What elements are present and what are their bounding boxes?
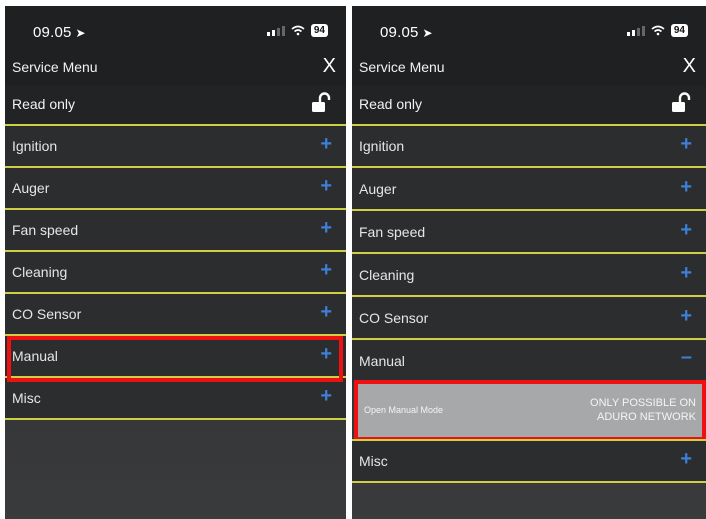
plus-icon[interactable]: + bbox=[680, 305, 692, 328]
plus-icon[interactable]: + bbox=[320, 217, 332, 240]
highlight-box-open-manual-mode bbox=[354, 380, 706, 441]
wifi-icon bbox=[291, 25, 305, 36]
read-only-row[interactable]: Read only bbox=[352, 86, 706, 126]
menu-item-fan-speed[interactable]: Fan speed + bbox=[352, 212, 706, 254]
close-icon[interactable]: X bbox=[323, 55, 336, 78]
page-title: Service Menu bbox=[12, 59, 98, 75]
status-time: 09.05 ➤ bbox=[380, 24, 433, 41]
menu-item-cleaning[interactable]: Cleaning + bbox=[352, 255, 706, 297]
read-only-label: Read only bbox=[12, 96, 76, 112]
menu-item-fan-speed[interactable]: Fan speed + bbox=[5, 210, 346, 252]
menu-item-co-sensor[interactable]: CO Sensor + bbox=[5, 294, 346, 336]
battery-icon: 94 bbox=[310, 24, 328, 37]
status-bar: 09.05 ➤ 94 bbox=[5, 6, 346, 50]
battery-icon: 94 bbox=[670, 24, 688, 37]
unlocked-padlock-icon[interactable] bbox=[310, 91, 332, 118]
phone-screen-right: 09.05 ➤ 94 Service Menu X Read only Ignit… bbox=[352, 6, 706, 519]
service-menu-header: Service Menu X bbox=[5, 50, 346, 86]
read-only-label: Read only bbox=[359, 96, 423, 112]
menu-item-label: Cleaning bbox=[12, 264, 68, 280]
menu-item-label: Auger bbox=[12, 180, 50, 196]
wifi-icon bbox=[651, 25, 665, 36]
menu-item-label: Misc bbox=[12, 390, 41, 406]
plus-icon[interactable]: + bbox=[680, 219, 692, 242]
menu-item-manual[interactable]: Manual – bbox=[352, 341, 706, 381]
status-icons: 94 bbox=[266, 24, 328, 37]
menu-item-label: CO Sensor bbox=[359, 310, 429, 326]
plus-icon[interactable]: + bbox=[680, 176, 692, 199]
phone-screen-left: 09.05 ➤ 94 Service Menu X Read only Ignit… bbox=[5, 6, 346, 519]
menu-item-auger[interactable]: Auger + bbox=[5, 168, 346, 210]
minus-icon[interactable]: – bbox=[681, 346, 692, 369]
status-icons: 94 bbox=[626, 24, 688, 37]
read-only-row[interactable]: Read only bbox=[5, 86, 346, 126]
menu-item-label: Cleaning bbox=[359, 267, 415, 283]
plus-icon[interactable]: + bbox=[320, 385, 332, 408]
menu-item-label: CO Sensor bbox=[12, 306, 82, 322]
plus-icon[interactable]: + bbox=[320, 133, 332, 156]
menu-item-auger[interactable]: Auger + bbox=[352, 169, 706, 211]
signal-icon bbox=[626, 25, 645, 36]
menu-item-label: Ignition bbox=[359, 138, 405, 154]
menu-item-label: Ignition bbox=[12, 138, 58, 154]
status-bar: 09.05 ➤ 94 bbox=[352, 6, 706, 50]
unlocked-padlock-icon[interactable] bbox=[670, 91, 692, 118]
location-arrow-icon: ➤ bbox=[75, 26, 86, 40]
menu-item-co-sensor[interactable]: CO Sensor + bbox=[352, 298, 706, 340]
plus-icon[interactable]: + bbox=[320, 259, 332, 282]
status-time: 09.05 ➤ bbox=[33, 24, 86, 41]
plus-icon[interactable]: + bbox=[680, 448, 692, 471]
menu-item-ignition[interactable]: Ignition + bbox=[5, 126, 346, 168]
menu-item-cleaning[interactable]: Cleaning + bbox=[5, 252, 346, 294]
menu-item-label: Auger bbox=[359, 181, 397, 197]
location-arrow-icon: ➤ bbox=[422, 26, 433, 40]
plus-icon[interactable]: + bbox=[320, 301, 332, 324]
menu-item-ignition[interactable]: Ignition + bbox=[352, 126, 706, 168]
page-title: Service Menu bbox=[359, 59, 445, 75]
menu-item-misc[interactable]: Misc + bbox=[352, 439, 706, 483]
signal-icon bbox=[266, 25, 285, 36]
menu-item-misc[interactable]: Misc + bbox=[5, 378, 346, 420]
menu-item-label: Misc bbox=[359, 453, 388, 469]
plus-icon[interactable]: + bbox=[680, 262, 692, 285]
menu-item-label: Fan speed bbox=[12, 222, 79, 238]
highlight-box-manual bbox=[7, 336, 343, 382]
menu-item-label: Manual bbox=[359, 353, 405, 369]
menu-item-label: Fan speed bbox=[359, 224, 426, 240]
plus-icon[interactable]: + bbox=[320, 175, 332, 198]
close-icon[interactable]: X bbox=[683, 55, 696, 78]
plus-icon[interactable]: + bbox=[680, 133, 692, 156]
service-menu-header: Service Menu X bbox=[352, 50, 706, 86]
